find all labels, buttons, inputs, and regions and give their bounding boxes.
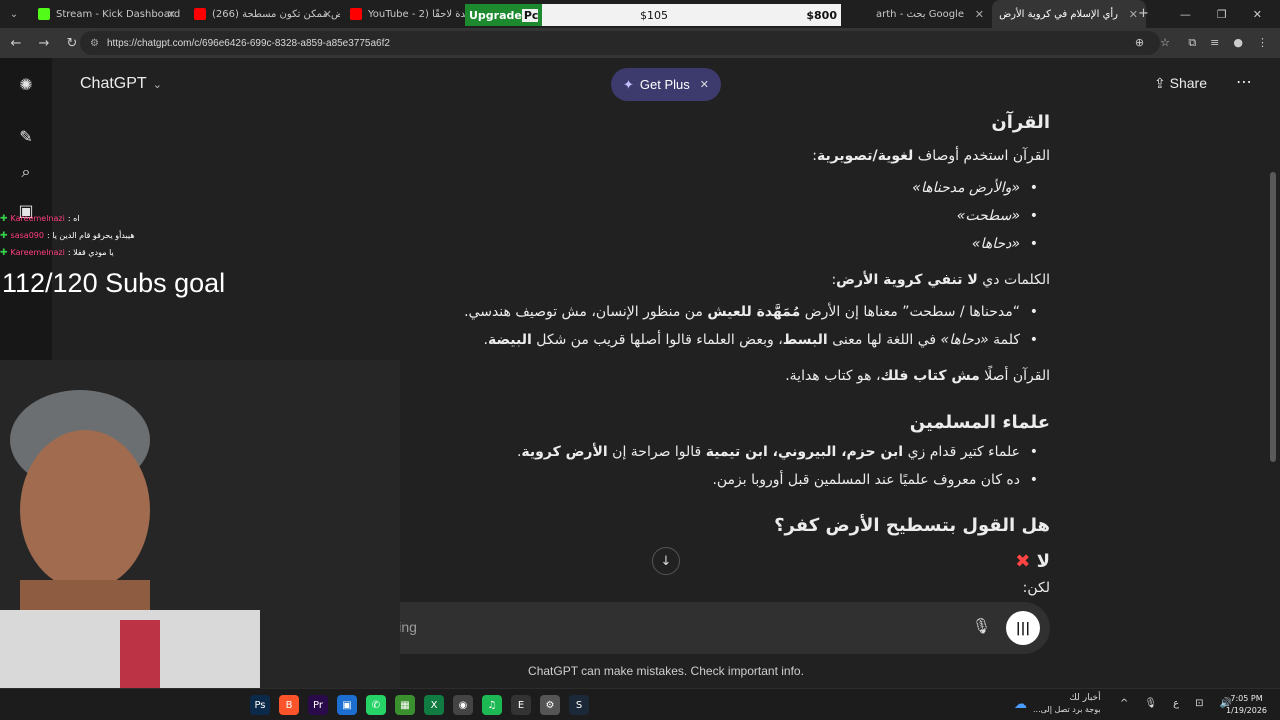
chevron-down-icon: ⌄ [152,79,162,91]
scrollbar[interactable] [1270,172,1276,462]
browser-tab[interactable]: Stream - Kick Dashboard ✕ [28,0,184,28]
back-icon[interactable]: ← [4,36,28,51]
price-goal: $800 [806,8,837,22]
microphone-icon[interactable]: 🎙 [972,617,991,635]
share-button[interactable]: ⇪ Share [1154,75,1207,92]
webcam-overlay [0,360,400,690]
badge-icon: ✚ [0,247,8,258]
voice-mode-button[interactable]: ||| [1006,611,1040,645]
ps-icon[interactable]: Ps [250,695,270,715]
close-icon[interactable]: ✕ [323,8,332,21]
sparkle-icon: ✦ [623,76,634,92]
url-field[interactable]: ⚙ https://chatgpt.com/c/696e6426-699c-83… [80,31,1160,55]
paragraph: الكلمات دي لا تنفي كروية الأرض: [831,272,1050,288]
url-text: https://chatgpt.com/c/696e6426-699c-8328… [106,37,390,49]
list-item: كلمة «دحاها» في اللغة لها معنى البسط، وب… [484,332,1050,348]
settings-icon[interactable]: ⚙ [540,695,560,715]
close-icon[interactable]: ✕ [1129,8,1138,21]
chat-message: ✚ sasa090: هيبدأو يحرقو قام الدين يا [0,230,135,241]
list-item: “مدحناها / سطحت” معناها إن الأرض مُمَهَّ… [464,304,1050,320]
clock[interactable]: 7:05 PM 1/19/2026 [1226,693,1267,717]
paragraph: القرآن أصلًا مش كتاب فلك، هو كتاب هداية. [785,368,1050,384]
list-item: «دحاها» [972,236,1050,252]
list-item: ده كان معروف علميًا عند المسلمين قبل أور… [712,472,1050,488]
close-window-icon[interactable]: ✕ [1253,8,1262,21]
model-selector[interactable]: ChatGPT ⌄ [80,75,162,93]
waveform-icon: ||| [1015,620,1031,636]
obs-icon[interactable]: ◉ [453,695,473,715]
paragraph: لكن: [1022,580,1050,596]
minimize-icon[interactable]: — [1180,8,1191,21]
brave-icon[interactable]: B [279,695,299,715]
network-icon[interactable]: ⊡ [1195,698,1203,709]
scroll-down-button[interactable]: ↓ [652,547,680,575]
microphone-icon[interactable]: 🎙 [1144,698,1157,709]
list-item: علماء كتير قدام زي ابن حزم، البيروني، اب… [517,444,1050,460]
openai-logo-icon[interactable]: ✺ [14,72,38,96]
more-options-icon[interactable]: ⋯ [1236,72,1252,91]
youtube-icon [350,8,362,20]
bookmark-star-icon[interactable]: ☆ [1160,36,1170,49]
badge-icon: ✚ [0,230,8,241]
streamer-webcam-image [0,360,400,690]
search-icon[interactable]: ⌕ [14,160,38,184]
capture-icon[interactable]: ▣ [337,695,357,715]
badge-icon: ✚ [0,213,8,224]
subs-goal-label: 112/120 Subs goal [2,268,226,298]
tab-search-icon[interactable]: ⌄ [0,0,28,28]
new-chat-icon[interactable]: ✎ [14,124,38,148]
reading-list-icon[interactable]: ≡ [1210,36,1219,50]
browser-tab-active[interactable]: رأي الإسلام في كروية الأرض ✕ [992,0,1146,28]
taskbar: Ps B Pr ▣ ✆ ▦ X ◉ ♫ E ⚙ S أخبار لك بوجة برد تصل إلى… [0,688,1280,720]
taskbar-apps: Ps B Pr ▣ ✆ ▦ X ◉ ♫ E ⚙ S [250,695,589,715]
spotify-icon[interactable]: ♫ [482,695,502,715]
minecraft-icon[interactable]: ▦ [395,695,415,715]
upgrade-label: Upgrade Pc [465,4,543,26]
address-bar-row: ← → ↻ ⚙ https://chatgpt.com/c/696e6426-6… [0,28,1280,58]
show-hidden-icons-icon[interactable]: ^ [1120,698,1128,709]
share-icon: ⇪ [1154,75,1170,91]
premiere-icon[interactable]: Pr [308,695,328,715]
heading-scholars: علماء المسلمين [909,412,1050,433]
extensions-icon[interactable]: ⧉ [1188,36,1196,50]
chat-message: ✚ Kareemelnazi: اه [0,213,80,224]
youtube-icon [194,8,206,20]
browser-tab[interactable]: (266) الأرض ممكن تكون مسطحة. ✕ [184,0,340,28]
language-indicator[interactable]: ع [1173,698,1179,709]
browser-menu-icon[interactable]: ⋮ [1257,36,1268,50]
kick-icon [38,8,50,20]
stream-chat-overlay: ✚ Kareemelnazi: اه ✚ sasa090: هيبدأو يحرقو… [0,210,135,261]
window-controls: — ❐ ✕ [1180,0,1280,28]
steam-icon[interactable]: S [569,695,589,715]
epic-icon[interactable]: E [511,695,531,715]
whatsapp-icon[interactable]: ✆ [366,695,386,715]
heading-quran: القرآن [991,112,1050,133]
heading-question: هل القول بتسطيح الأرض كفر؟ [774,515,1050,536]
news-widget[interactable]: أخبار لك بوجة برد تصل إلى... ☁ [1014,693,1101,715]
answer-line: لا ✖ [1015,551,1050,572]
weather-icon: ☁ [1014,696,1027,712]
arrow-down-icon: ↓ [660,553,672,569]
forward-icon[interactable]: → [32,36,56,51]
list-item: «سطحت» [957,208,1050,224]
close-icon[interactable]: ✕ [167,8,176,21]
system-tray: ^ 🎙 ع ⊡ 🔊 [1120,698,1232,709]
get-plus-button[interactable]: ✦ Get Plus ✕ [611,68,721,101]
maximize-icon[interactable]: ❐ [1217,8,1227,21]
price-current: $105 [640,8,668,22]
site-info-icon[interactable]: ⚙ [90,38,99,49]
cross-mark-icon: ✖ [1015,551,1031,572]
close-icon[interactable]: ✕ [700,78,709,91]
excel-icon[interactable]: X [424,695,444,715]
chat-message: ✚ Kareemelnazi: يا مودي قفلا [0,247,114,258]
new-tab-icon[interactable]: + [1138,6,1149,21]
list-item: «والأرض مدحناها» [912,180,1050,196]
paragraph: القرآن استخدم أوصاف لغوية/تصويرية: [812,148,1050,164]
disclaimer: ChatGPT can make mistakes. Check importa… [528,664,804,678]
chat-header: ChatGPT ⌄ ✦ Get Plus ✕ ⇪ Share ⋯ [52,58,1280,110]
close-icon[interactable]: ✕ [975,8,984,21]
profile-icon[interactable]: ● [1233,36,1243,50]
upgrade-pc-overlay: Upgrade Pc $105 $800 [465,4,841,26]
zoom-icon[interactable]: ⊕ [1135,36,1144,49]
